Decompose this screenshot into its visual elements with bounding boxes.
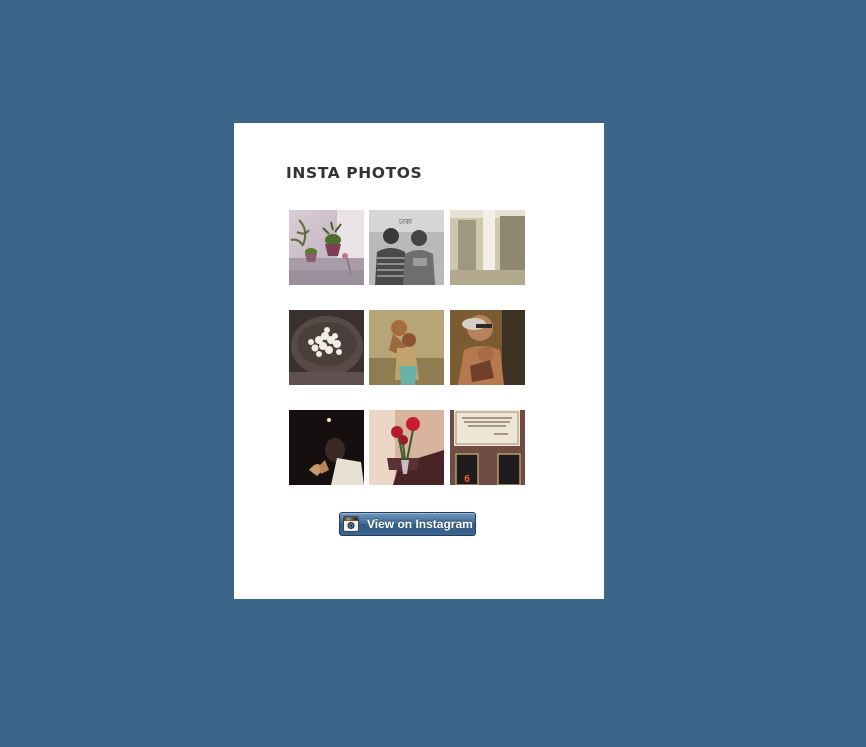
view-on-instagram-label: View on Instagram [367,517,473,531]
instagram-camera-icon [343,516,359,532]
red-roses-vase-image [369,410,444,485]
photo-thumbnail-potted-plants[interactable] [289,210,364,285]
photo-thumbnail-two-men[interactable]: ঢাকা [369,210,444,285]
widget-title: INSTA PHOTOS [286,164,423,182]
elderly-man-and-child-image [450,310,525,385]
photo-thumbnail-red-roses[interactable] [369,410,444,485]
two-men-portrait-image: ঢাকা [369,210,444,285]
elevator-digit: 6 [464,474,470,485]
photo-thumbnail-elderly-man-child[interactable] [450,310,525,385]
potted-plants-image [289,210,364,285]
photo-thumbnail-popcorn-bowl[interactable] [289,310,364,385]
popcorn-bowl-image [289,310,364,385]
view-on-instagram-button[interactable]: View on Instagram [339,512,476,536]
photo-thumbnail-child-shoulder[interactable] [369,310,444,385]
elevator-sign-image: 6 [450,410,525,485]
photo-thumbnail-empty-room[interactable] [450,210,525,285]
photo-thumbnail-elevator-sign[interactable]: 6 [450,410,525,485]
photo-thumbnail-praying-hands[interactable] [289,410,364,485]
child-on-shoulder-image [369,310,444,385]
empty-room-pillar-image [450,210,525,285]
svg-text:ঢাকা: ঢাকা [398,218,413,226]
praying-hands-dark-image [289,410,364,485]
insta-photos-widget: INSTA PHOTOS ঢাকা 6 View on Instagram [234,123,604,599]
